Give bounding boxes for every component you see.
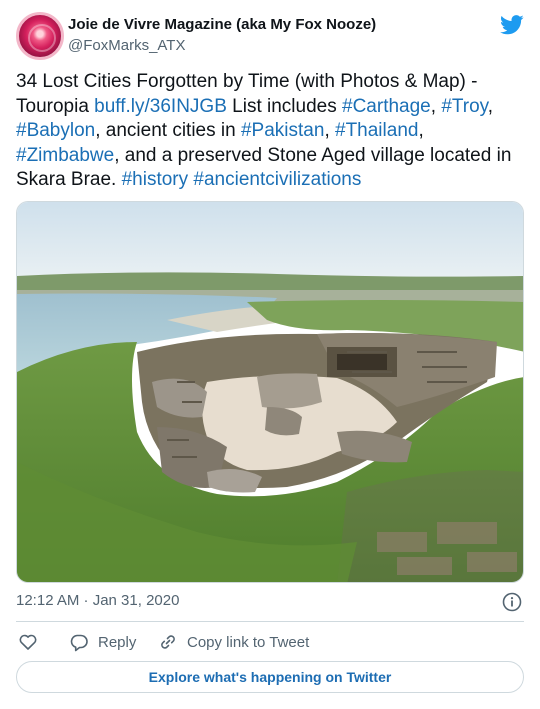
author-handle[interactable]: @FoxMarks_ATX bbox=[68, 37, 185, 54]
skara-brae-photo bbox=[17, 202, 523, 582]
copy-link-button[interactable]: Copy link to Tweet bbox=[158, 631, 309, 653]
hashtag-zimbabwe[interactable]: #Zimbabwe bbox=[16, 145, 114, 166]
author-name[interactable]: Joie de Vivre Magazine (aka My Fox Nooze… bbox=[68, 16, 376, 33]
like-button[interactable] bbox=[18, 631, 38, 653]
divider bbox=[16, 621, 524, 622]
hashtag-ancientcivilizations[interactable]: #ancientcivilizations bbox=[193, 169, 361, 190]
hashtag-carthage[interactable]: #Carthage bbox=[342, 96, 431, 117]
avatar[interactable] bbox=[16, 12, 64, 60]
tweet-header: Joie de Vivre Magazine (aka My Fox Nooze… bbox=[16, 10, 524, 62]
tweet-timestamp[interactable]: 12:12 AM · Jan 31, 2020 bbox=[16, 592, 179, 609]
info-icon[interactable] bbox=[502, 592, 522, 612]
tweet-text-part: , bbox=[487, 95, 494, 117]
tweet-embed: Joie de Vivre Magazine (aka My Fox Nooze… bbox=[0, 0, 540, 709]
hashtag-troy[interactable]: #Troy bbox=[441, 96, 487, 117]
tweet-text-part: , ancient cities in bbox=[95, 120, 241, 141]
hashtag-babylon[interactable]: #Babylon bbox=[16, 120, 95, 141]
tweet-text-part: , bbox=[324, 120, 335, 141]
twitter-bird-icon[interactable] bbox=[500, 14, 524, 36]
explore-twitter-button[interactable]: Explore what's happening on Twitter bbox=[16, 661, 524, 693]
tweet-text-part: , bbox=[430, 95, 442, 117]
tweet-text-part: , bbox=[418, 120, 424, 141]
tweet-text: 34 Lost Cities Forgotten by Time (with P… bbox=[16, 70, 524, 193]
tweet-text-part: List includes bbox=[226, 95, 343, 117]
copy-link-label: Copy link to Tweet bbox=[187, 633, 310, 651]
reply-button[interactable]: Reply bbox=[69, 631, 136, 653]
hashtag-history[interactable]: #history bbox=[122, 169, 189, 190]
link-icon bbox=[161, 635, 175, 649]
tweet-photo[interactable] bbox=[16, 201, 524, 583]
heart-icon bbox=[19, 634, 37, 650]
reply-label: Reply bbox=[98, 633, 137, 651]
hashtag-pakistan[interactable]: #Pakistan bbox=[241, 120, 324, 141]
hashtag-thailand[interactable]: #Thailand bbox=[335, 120, 418, 141]
tweet-actions: Reply Copy link to Tweet bbox=[16, 631, 524, 653]
reply-icon bbox=[70, 634, 88, 652]
tweet-link[interactable]: buff.ly/36INJGB bbox=[94, 96, 227, 117]
